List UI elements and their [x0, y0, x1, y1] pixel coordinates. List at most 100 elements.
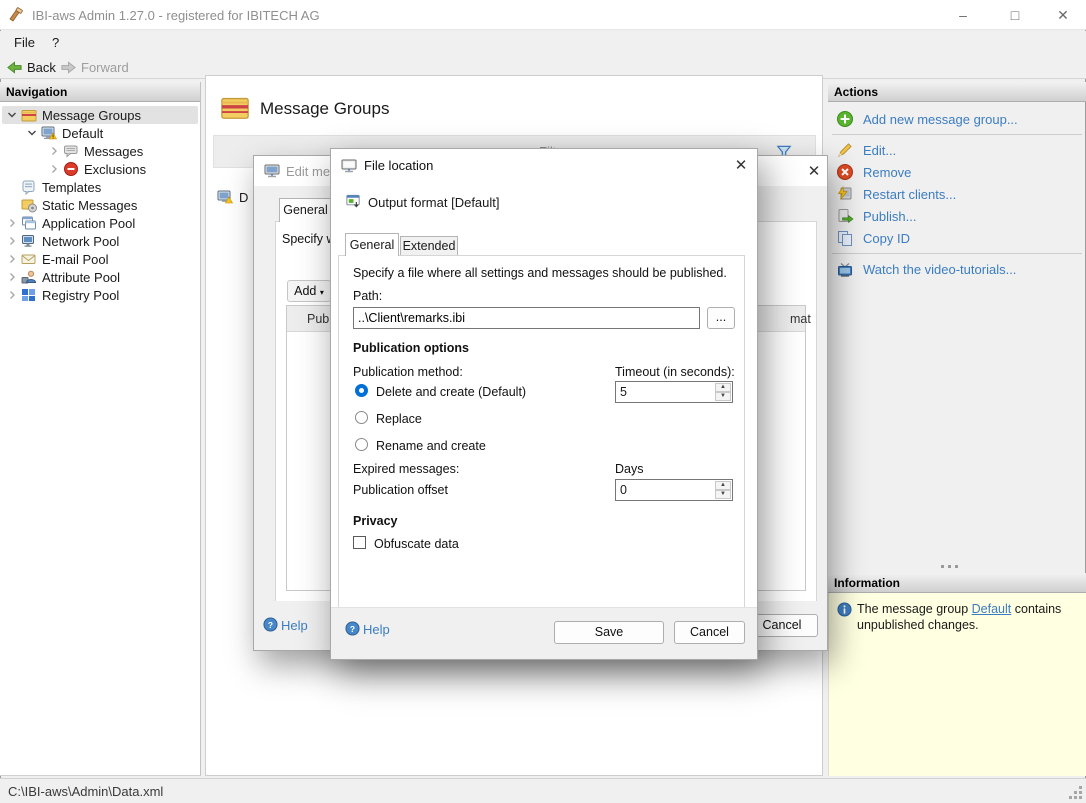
chevron-down-icon[interactable] [26, 127, 38, 139]
add-dropdown-button[interactable]: Add ▾ [287, 280, 331, 302]
menu-bar: File ? [0, 31, 1086, 55]
minimize-button[interactable]: – [940, 0, 986, 30]
message-groups-page-icon [220, 92, 250, 122]
panel-splitter[interactable] [941, 565, 965, 569]
app-window: IBI-aws Admin 1.27.0 - registered for IB… [0, 0, 1086, 803]
action-label: Add new message group... [863, 112, 1018, 127]
close-button[interactable]: ✕ [1040, 0, 1086, 30]
menu-file[interactable]: File [14, 35, 35, 50]
path-input[interactable] [353, 307, 700, 329]
spin-up-icon[interactable]: ▲ [715, 481, 731, 490]
help-icon: ? [263, 617, 278, 632]
browse-button[interactable]: ... [707, 307, 735, 329]
maximize-button[interactable]: □ [992, 0, 1038, 30]
path-label: Path: [353, 289, 382, 303]
actions-separator [832, 253, 1082, 254]
group-list-row[interactable]: D [217, 189, 248, 205]
file-dialog-close-icon[interactable]: ✕ [733, 158, 749, 174]
navigation-tree: Message Groups Default Messages Exclusio… [0, 102, 200, 304]
info-default-link[interactable]: Default [972, 602, 1012, 616]
action-label: Publish... [863, 209, 916, 224]
edit-dialog-icon [263, 162, 281, 180]
tree-item-email-pool[interactable]: E-mail Pool [2, 250, 198, 268]
radio-delete-and-create[interactable] [355, 384, 368, 397]
publication-options-heading: Publication options [353, 341, 469, 355]
tree-item-static-messages[interactable]: Static Messages [2, 196, 198, 214]
tree-item-network-pool[interactable]: Network Pool [2, 232, 198, 250]
tree-item-application-pool[interactable]: Application Pool [2, 214, 198, 232]
tree-label: Messages [84, 144, 143, 159]
action-label: Copy ID [863, 231, 910, 246]
obfuscate-data-checkbox[interactable] [353, 536, 366, 549]
tree-item-templates[interactable]: Templates [2, 178, 198, 196]
dropdown-arrow-icon: ▾ [320, 288, 324, 297]
tree-label: Registry Pool [42, 288, 119, 303]
publication-method-label: Publication method: [353, 365, 463, 379]
email-pool-icon [21, 251, 37, 267]
exclusions-icon [63, 161, 79, 177]
action-remove[interactable]: Remove [828, 161, 1086, 183]
radio-replace[interactable] [355, 411, 368, 424]
default-group-icon [41, 125, 57, 141]
action-add-message-group[interactable]: Add new message group... [828, 108, 1086, 130]
action-edit[interactable]: Edit... [828, 139, 1086, 161]
edit-dialog-close-icon[interactable]: ✕ [806, 164, 822, 180]
chevron-right-icon[interactable] [6, 235, 18, 247]
action-publish[interactable]: Publish... [828, 205, 1086, 227]
tab-general[interactable]: General [345, 233, 399, 256]
copy-id-icon [836, 229, 854, 247]
title-bar: IBI-aws Admin 1.27.0 - registered for IB… [0, 0, 1086, 30]
information-header: Information [828, 573, 1086, 593]
file-dialog-cancel-button[interactable]: Cancel [674, 621, 745, 644]
offset-stepper[interactable]: 0 ▲▼ [615, 479, 733, 501]
save-button[interactable]: Save [554, 621, 664, 644]
action-label: Remove [863, 165, 911, 180]
chevron-right-icon[interactable] [6, 217, 18, 229]
chevron-right-icon[interactable] [6, 271, 18, 283]
file-dialog-help-link[interactable]: Help [363, 622, 390, 637]
forward-icon [60, 59, 77, 76]
action-copy-id[interactable]: Copy ID [828, 227, 1086, 249]
tree-item-message-groups[interactable]: Message Groups [2, 106, 198, 124]
tree-item-default[interactable]: Default [2, 124, 198, 142]
chevron-down-icon[interactable] [6, 109, 18, 121]
back-button[interactable]: Back [6, 57, 56, 77]
default-group-icon [217, 189, 233, 205]
privacy-heading: Privacy [353, 514, 397, 528]
spin-down-icon[interactable]: ▼ [715, 392, 731, 401]
add-icon [836, 110, 854, 128]
navigation-panel: Navigation Message Groups Default Messag… [0, 82, 201, 776]
timeout-stepper[interactable]: 5 ▲▼ [615, 381, 733, 403]
tree-item-exclusions[interactable]: Exclusions [2, 160, 198, 178]
tree-label: E-mail Pool [42, 252, 108, 267]
tree-label: Default [62, 126, 103, 141]
spin-up-icon[interactable]: ▲ [715, 383, 731, 392]
file-location-icon [340, 157, 358, 175]
chevron-right-icon[interactable] [6, 253, 18, 265]
spin-down-icon[interactable]: ▼ [715, 490, 731, 499]
edit-dialog-help-link[interactable]: Help [281, 618, 308, 633]
tree-item-messages[interactable]: Messages [2, 142, 198, 160]
forward-button[interactable]: Forward [60, 57, 129, 77]
tree-item-registry-pool[interactable]: Registry Pool [2, 286, 198, 304]
file-dialog-titlebar: File location ✕ [331, 149, 757, 181]
days-label: Days [615, 462, 643, 476]
chevron-right-icon[interactable] [6, 289, 18, 301]
chevron-right-icon[interactable] [48, 145, 60, 157]
status-path: C:\IBI-aws\Admin\Data.xml [8, 784, 163, 799]
info-icon [837, 602, 852, 617]
radio-rename-and-create[interactable] [355, 438, 368, 451]
action-restart-clients[interactable]: Restart clients... [828, 183, 1086, 205]
menu-help[interactable]: ? [52, 35, 59, 50]
information-panel: Information The message group Default co… [828, 573, 1086, 776]
info-text-before: The message group [857, 602, 972, 616]
resize-grip[interactable] [1069, 786, 1082, 799]
back-icon [6, 59, 23, 76]
tree-item-attribute-pool[interactable]: Attribute Pool [2, 268, 198, 286]
expired-messages-label: Expired messages: [353, 462, 459, 476]
video-tutorials-icon [836, 260, 854, 278]
action-watch-video-tutorials[interactable]: Watch the video-tutorials... [828, 258, 1086, 280]
chevron-right-icon[interactable] [48, 163, 60, 175]
tab-extended[interactable]: Extended [400, 236, 458, 256]
edit-dialog-tab-general[interactable]: General [279, 198, 332, 222]
